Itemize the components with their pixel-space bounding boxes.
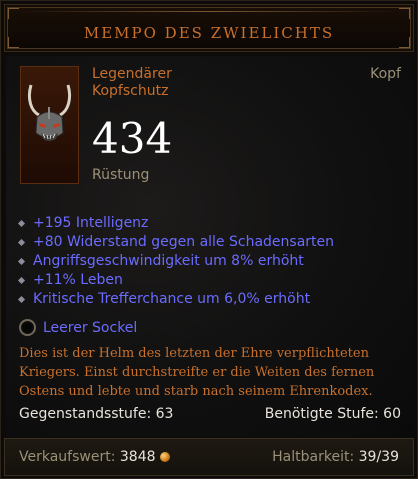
item-name: MEMPO DES ZWIELICHTS [83,24,335,42]
stat-line: Angriffsgeschwindigkeit um 8% erhöht [17,253,334,272]
flavor-text: Dies ist der Helm des letzten der Ehre v… [19,344,404,401]
tooltip-footer: Verkaufswert: 3848 Haltbarkeit: 39/39 [4,438,414,476]
socket-label: Leerer Sockel [43,320,138,336]
flavor-line: Ostens und lebte und starb nach seinem E… [19,384,373,399]
required-level: Benötigte Stufe: 60 [264,406,401,422]
diamond-bullet-icon [17,295,26,304]
stat-list: +195 Intelligenz +80 Widerstand gegen al… [17,215,335,310]
item-tooltip: MEMPO DES ZWIELICHTS Legendärer Kopfschu… [0,0,418,479]
diamond-bullet-icon [17,276,26,285]
stat-text: +11% Leben [33,272,123,288]
diamond-bullet-icon [17,219,26,228]
sell-value: Verkaufswert: 3848 [19,449,170,465]
gold-coin-icon [159,452,170,462]
item-slot: Kopf [370,66,401,82]
flavor-line: Kriegers. Einst durchstreifte er die Wei… [19,365,375,380]
header-corner-ornament [399,8,410,19]
header-corner-ornament [8,8,19,19]
durability: Haltbarkeit: 39/39 [272,449,399,465]
item-type: Kopfschutz [92,83,169,99]
stat-text: Kritische Trefferchance um 6,0% erhöht [33,291,311,307]
stat-line: +80 Widerstand gegen alle Schadensarten [17,234,335,253]
sell-amount: 3848 [119,449,156,465]
item-level: Gegenstandsstufe: 63 [19,406,174,422]
flavor-line: Dies ist der Helm des letzten der Ehre v… [19,346,369,361]
stat-text: +195 Intelligenz [33,215,149,231]
armor-label: Rüstung [92,167,150,183]
tooltip-header: MEMPO DES ZWIELICHTS [4,4,414,52]
stat-line: Kritische Trefferchance um 6,0% erhöht [17,291,334,310]
diamond-bullet-icon [17,238,26,247]
armor-value: 434 [92,114,173,163]
header-ornament [19,11,399,12]
stat-text: +80 Widerstand gegen alle Schadensarten [33,234,335,250]
helm-mask-icon [21,67,78,183]
sell-label: Verkaufswert: [19,449,116,465]
stat-line: +195 Intelligenz [17,215,334,234]
item-type-rarity: Legendärer [92,66,172,82]
diamond-bullet-icon [17,257,26,266]
empty-socket-icon [19,319,36,336]
stat-text: Angriffsgeschwindigkeit um 8% erhöht [33,253,304,269]
item-icon-frame [20,66,79,184]
durability-value: 39/39 [358,449,399,465]
stat-line: +11% Leben [17,272,334,291]
durability-label: Haltbarkeit: [272,449,355,465]
